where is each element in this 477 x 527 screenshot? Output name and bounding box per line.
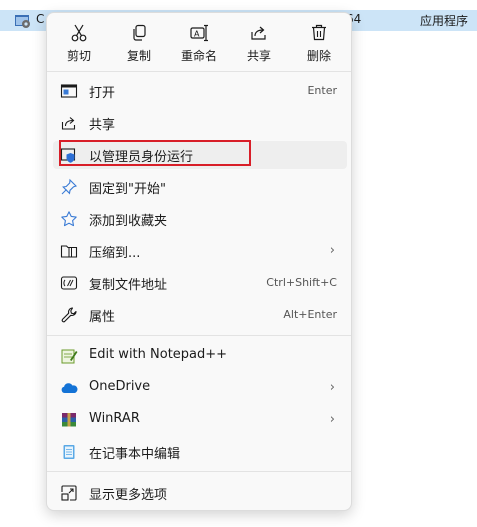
menu-item-edit-in-notepad[interactable]: 在记事本中编辑 <box>53 438 347 466</box>
quick-action-bar: 剪切 复制 A 重命名 共享 删除 <box>47 13 351 71</box>
menu-item-label: 压缩到... <box>89 246 141 261</box>
zip-folder-icon <box>60 245 78 258</box>
cut-label: 剪切 <box>66 49 91 63</box>
context-menu: 剪切 复制 A 重命名 共享 删除 打开 Enter 共享 以管理员身份运行 固… <box>46 12 352 511</box>
menu-item-run-as-admin[interactable]: 以管理员身份运行 <box>53 140 347 169</box>
menu-item-winrar[interactable]: WinRAR › <box>53 406 347 434</box>
copy-path-icon <box>60 276 78 290</box>
menu-item-label: OneDrive <box>89 379 151 394</box>
menu-divider <box>47 471 351 472</box>
menu-item-edit-notepadpp[interactable]: Edit with Notepad++ <box>53 342 347 370</box>
menu-item-label: 以管理员身份运行 <box>89 150 194 165</box>
svg-text:A: A <box>194 30 200 39</box>
shortcut-text: Alt+Enter <box>283 308 337 321</box>
trash-icon <box>312 24 326 41</box>
notepadpp-icon <box>61 349 78 364</box>
menu-item-open[interactable]: 打开 Enter <box>53 77 347 105</box>
wrench-icon <box>61 307 77 323</box>
file-name: C <box>36 12 45 26</box>
chevron-right-icon: › <box>329 243 335 258</box>
menu-item-label: 在记事本中编辑 <box>89 447 181 462</box>
shortcut-text: Ctrl+Shift+C <box>266 276 337 289</box>
menu-item-copy-path[interactable]: 复制文件地址 Ctrl+Shift+C <box>53 269 347 297</box>
menu-item-add-to-favorites[interactable]: 添加到收藏夹 <box>53 205 347 233</box>
menu-item-label: Edit with Notepad++ <box>89 347 228 362</box>
share-label: 共享 <box>246 49 271 63</box>
menu-item-label: 添加到收藏夹 <box>89 214 168 229</box>
menu-item-label: WinRAR <box>89 411 140 426</box>
copy-button[interactable]: 复制 <box>111 19 167 69</box>
notepad-icon <box>63 445 75 459</box>
rename-icon: A <box>190 24 208 42</box>
share-icon <box>251 26 266 40</box>
chevron-right-icon: › <box>329 412 335 427</box>
rename-label: 重命名 <box>180 49 217 63</box>
menu-item-properties[interactable]: 属性 Alt+Enter <box>53 301 347 329</box>
menu-item-label: 打开 <box>89 86 116 101</box>
file-type: 应用程序 <box>420 14 469 28</box>
cut-button[interactable]: 剪切 <box>51 19 107 69</box>
delete-label: 删除 <box>306 49 331 63</box>
open-window-icon <box>60 84 78 98</box>
application-icon <box>15 15 30 28</box>
menu-item-show-more-options[interactable]: 显示更多选项 <box>53 479 347 507</box>
cloud-icon <box>61 383 78 393</box>
more-options-icon <box>61 485 77 501</box>
menu-item-pin-to-start[interactable]: 固定到"开始" <box>53 173 347 201</box>
chevron-right-icon: › <box>329 380 335 395</box>
menu-item-share[interactable]: 共享 <box>53 109 347 137</box>
share-icon <box>61 117 76 130</box>
menu-item-label: 显示更多选项 <box>89 488 168 503</box>
share-button[interactable]: 共享 <box>231 19 287 69</box>
menu-item-label: 复制文件地址 <box>89 278 168 293</box>
pin-icon <box>61 178 78 195</box>
scissors-icon <box>71 24 87 42</box>
copy-label: 复制 <box>126 49 151 63</box>
winrar-icon <box>62 413 76 427</box>
menu-item-onedrive[interactable]: OneDrive › <box>53 374 347 402</box>
menu-divider <box>47 71 351 72</box>
menu-item-label: 共享 <box>89 118 116 133</box>
copy-icon <box>133 24 146 41</box>
menu-item-compress-to[interactable]: 压缩到... › <box>53 237 347 265</box>
delete-button[interactable]: 删除 <box>291 19 347 69</box>
menu-divider <box>47 335 351 336</box>
star-icon <box>61 211 77 227</box>
menu-item-label: 属性 <box>89 310 116 325</box>
rename-button[interactable]: A 重命名 <box>171 19 227 69</box>
admin-shield-icon <box>60 148 76 163</box>
menu-item-label: 固定到"开始" <box>89 182 166 197</box>
shortcut-text: Enter <box>307 84 337 97</box>
